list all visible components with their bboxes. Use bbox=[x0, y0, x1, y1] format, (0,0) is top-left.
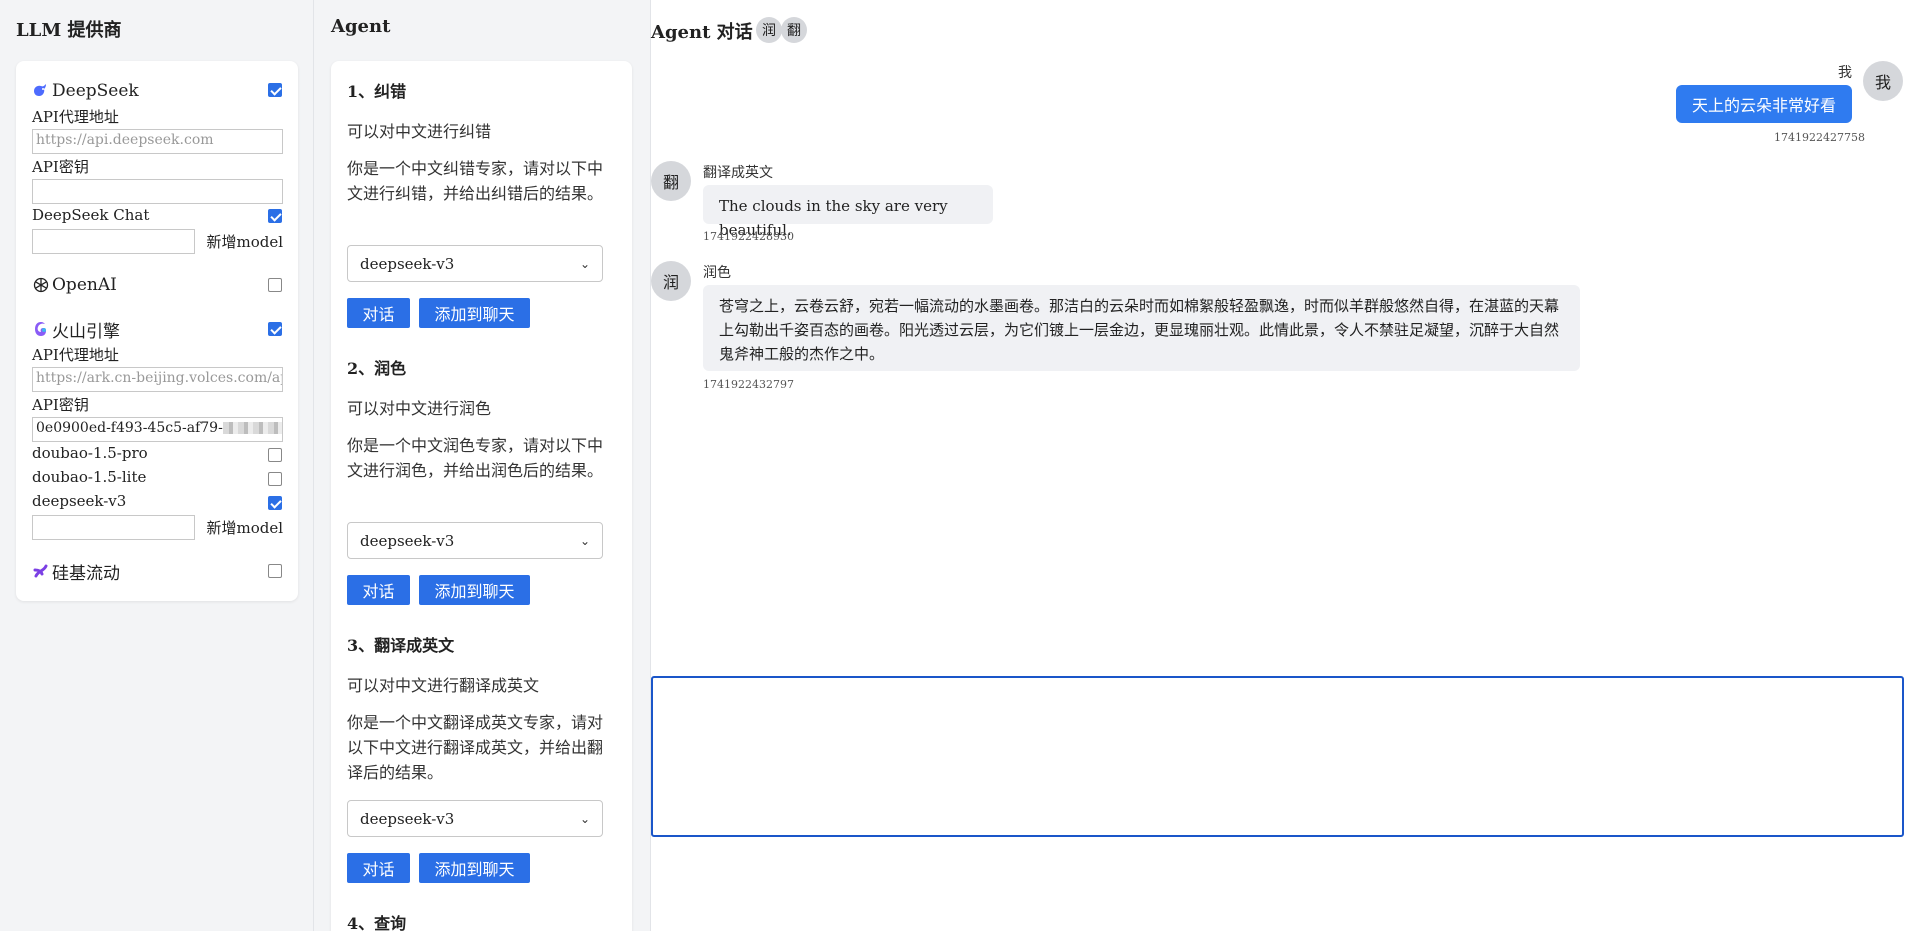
chat-message-input[interactable] bbox=[651, 676, 1904, 837]
message-sender: 润色 bbox=[703, 265, 731, 281]
providers-panel: LLM 提供商 DeepSeek API代理地址 https://api.dee… bbox=[0, 0, 314, 931]
provider-openai: OpenAI bbox=[32, 274, 298, 296]
provider-openai-checkbox[interactable] bbox=[268, 278, 282, 292]
volc-model-checkbox[interactable] bbox=[268, 472, 282, 486]
message-timestamp: 1741922428930 bbox=[703, 230, 794, 243]
deepseek-logo-icon bbox=[32, 82, 50, 100]
deepseek-model-name: DeepSeek Chat bbox=[32, 206, 150, 224]
volc-add-model-button[interactable]: 新增model bbox=[206, 517, 283, 538]
deepseek-proxy-label: API代理地址 bbox=[32, 108, 119, 126]
agent-chat-button[interactable]: 对话 bbox=[347, 575, 410, 605]
agent-desc: 可以对中文进行纠错 bbox=[347, 122, 492, 141]
deepseek-proxy-placeholder: https://api.deepseek.com bbox=[36, 132, 214, 148]
agents-panel: Agent 1、纠错 可以对中文进行纠错 你是一个中文纠错专家，请对以下中文进行… bbox=[314, 0, 651, 931]
chevron-down-icon: ⌄ bbox=[579, 811, 590, 826]
volc-key-value: 0e0900ed-f493-45c5-af79- bbox=[36, 420, 223, 436]
message-bubble: 天上的云朵非常好看 bbox=[1676, 85, 1852, 123]
agent-prompt: 你是一个中文纠错专家，请对以下中文进行纠错，并给出纠错后的结果。 bbox=[347, 159, 604, 203]
agent-desc: 可以对中文进行润色 bbox=[347, 399, 492, 418]
volc-proxy-input[interactable]: https://ark.cn-beijing.volces.com/api/v3 bbox=[32, 367, 283, 392]
agent-chat-button[interactable]: 对话 bbox=[347, 853, 410, 883]
agents-title: Agent bbox=[331, 16, 391, 37]
message-sender: 我 bbox=[1838, 65, 1852, 81]
siliconflow-logo-icon bbox=[32, 562, 50, 580]
agent-chat-button[interactable]: 对话 bbox=[347, 298, 410, 328]
message-bubble: 苍穹之上，云卷云舒，宛若一幅流动的水墨画卷。那洁白的云朵时而如棉絮般轻盈飘逸，时… bbox=[703, 285, 1580, 371]
deepseek-model-checkbox[interactable] bbox=[268, 209, 282, 223]
chat-title: Agent 对话 bbox=[651, 22, 753, 43]
agent-model-select[interactable]: deepseek-v3 ⌄ bbox=[347, 522, 603, 559]
openai-logo-icon bbox=[32, 276, 50, 294]
agent-prompt: 你是一个中文润色专家，请对以下中文进行润色，并给出润色后的结果。 bbox=[347, 436, 604, 480]
volcengine-logo-icon bbox=[32, 320, 50, 338]
agent-model-value: deepseek-v3 bbox=[360, 809, 455, 828]
provider-name: 火山引擎 bbox=[52, 321, 120, 342]
participant-avatar[interactable]: 润 bbox=[756, 17, 782, 43]
volc-key-label: API密钥 bbox=[32, 396, 89, 414]
participant-avatar[interactable]: 翻 bbox=[781, 17, 807, 43]
avatar: 润 bbox=[651, 261, 691, 301]
agent-title: 1、纠错 bbox=[347, 82, 407, 101]
agent-desc: 可以对中文进行翻译成英文 bbox=[347, 676, 540, 695]
provider-volc-checkbox[interactable] bbox=[268, 322, 282, 336]
deepseek-add-model-button[interactable]: 新增model bbox=[206, 231, 283, 252]
providers-title: LLM 提供商 bbox=[16, 20, 122, 41]
volc-model-checkbox[interactable] bbox=[268, 496, 282, 510]
message-timestamp: 1741922432797 bbox=[703, 378, 794, 391]
agent-model-value: deepseek-v3 bbox=[360, 254, 455, 273]
volc-proxy-label: API代理地址 bbox=[32, 346, 119, 364]
provider-name: DeepSeek bbox=[52, 81, 139, 101]
volc-key-input[interactable]: 0e0900ed-f493-45c5-af79- bbox=[32, 417, 283, 442]
volc-model-name: doubao-1.5-lite bbox=[32, 468, 147, 486]
avatar: 我 bbox=[1863, 61, 1903, 101]
provider-volc: 火山引擎 bbox=[32, 318, 298, 342]
provider-name: 硅基流动 bbox=[52, 563, 120, 584]
key-redaction-mask bbox=[222, 422, 282, 434]
agent-title: 4、查询 bbox=[347, 914, 407, 931]
provider-deepseek-checkbox[interactable] bbox=[268, 83, 282, 97]
provider-name: OpenAI bbox=[52, 275, 117, 295]
message-bubble: The clouds in the sky are very beautiful… bbox=[703, 185, 993, 239]
agent-prompt: 你是一个中文翻译成英文专家，请对以下中文进行翻译成英文，并给出翻译后的结果。 bbox=[347, 713, 604, 782]
message-sender: 翻译成英文 bbox=[703, 165, 773, 181]
volc-model-name: deepseek-v3 bbox=[32, 492, 127, 510]
chevron-down-icon: ⌄ bbox=[579, 256, 590, 271]
message-timestamp: 1741922427758 bbox=[1774, 131, 1865, 144]
volc-new-model-input[interactable] bbox=[32, 515, 195, 540]
agent-model-select[interactable]: deepseek-v3 ⌄ bbox=[347, 245, 603, 282]
provider-deepseek: DeepSeek bbox=[32, 80, 298, 102]
deepseek-new-model-input[interactable] bbox=[32, 229, 195, 254]
provider-silicon: 硅基流动 bbox=[32, 560, 298, 584]
deepseek-key-label: API密钥 bbox=[32, 158, 89, 176]
agent-title: 3、翻译成英文 bbox=[347, 636, 455, 655]
avatar: 翻 bbox=[651, 161, 691, 201]
agent-model-select[interactable]: deepseek-v3 ⌄ bbox=[347, 800, 603, 837]
agent-model-value: deepseek-v3 bbox=[360, 531, 455, 550]
deepseek-proxy-input[interactable]: https://api.deepseek.com bbox=[32, 129, 283, 154]
providers-card: DeepSeek API代理地址 https://api.deepseek.co… bbox=[16, 61, 298, 601]
volc-model-name: doubao-1.5-pro bbox=[32, 444, 148, 462]
agent-add-to-chat-button[interactable]: 添加到聊天 bbox=[419, 298, 530, 328]
provider-silicon-checkbox[interactable] bbox=[268, 564, 282, 578]
agent-add-to-chat-button[interactable]: 添加到聊天 bbox=[419, 853, 530, 883]
volc-proxy-placeholder: https://ark.cn-beijing.volces.com/api/v3 bbox=[36, 370, 282, 386]
agent-add-to-chat-button[interactable]: 添加到聊天 bbox=[419, 575, 530, 605]
agents-card: 1、纠错 可以对中文进行纠错 你是一个中文纠错专家，请对以下中文进行纠错，并给出… bbox=[331, 61, 632, 931]
deepseek-key-input[interactable] bbox=[32, 179, 283, 204]
chevron-down-icon: ⌄ bbox=[579, 533, 590, 548]
agent-title: 2、润色 bbox=[347, 359, 407, 378]
volc-model-checkbox[interactable] bbox=[268, 448, 282, 462]
